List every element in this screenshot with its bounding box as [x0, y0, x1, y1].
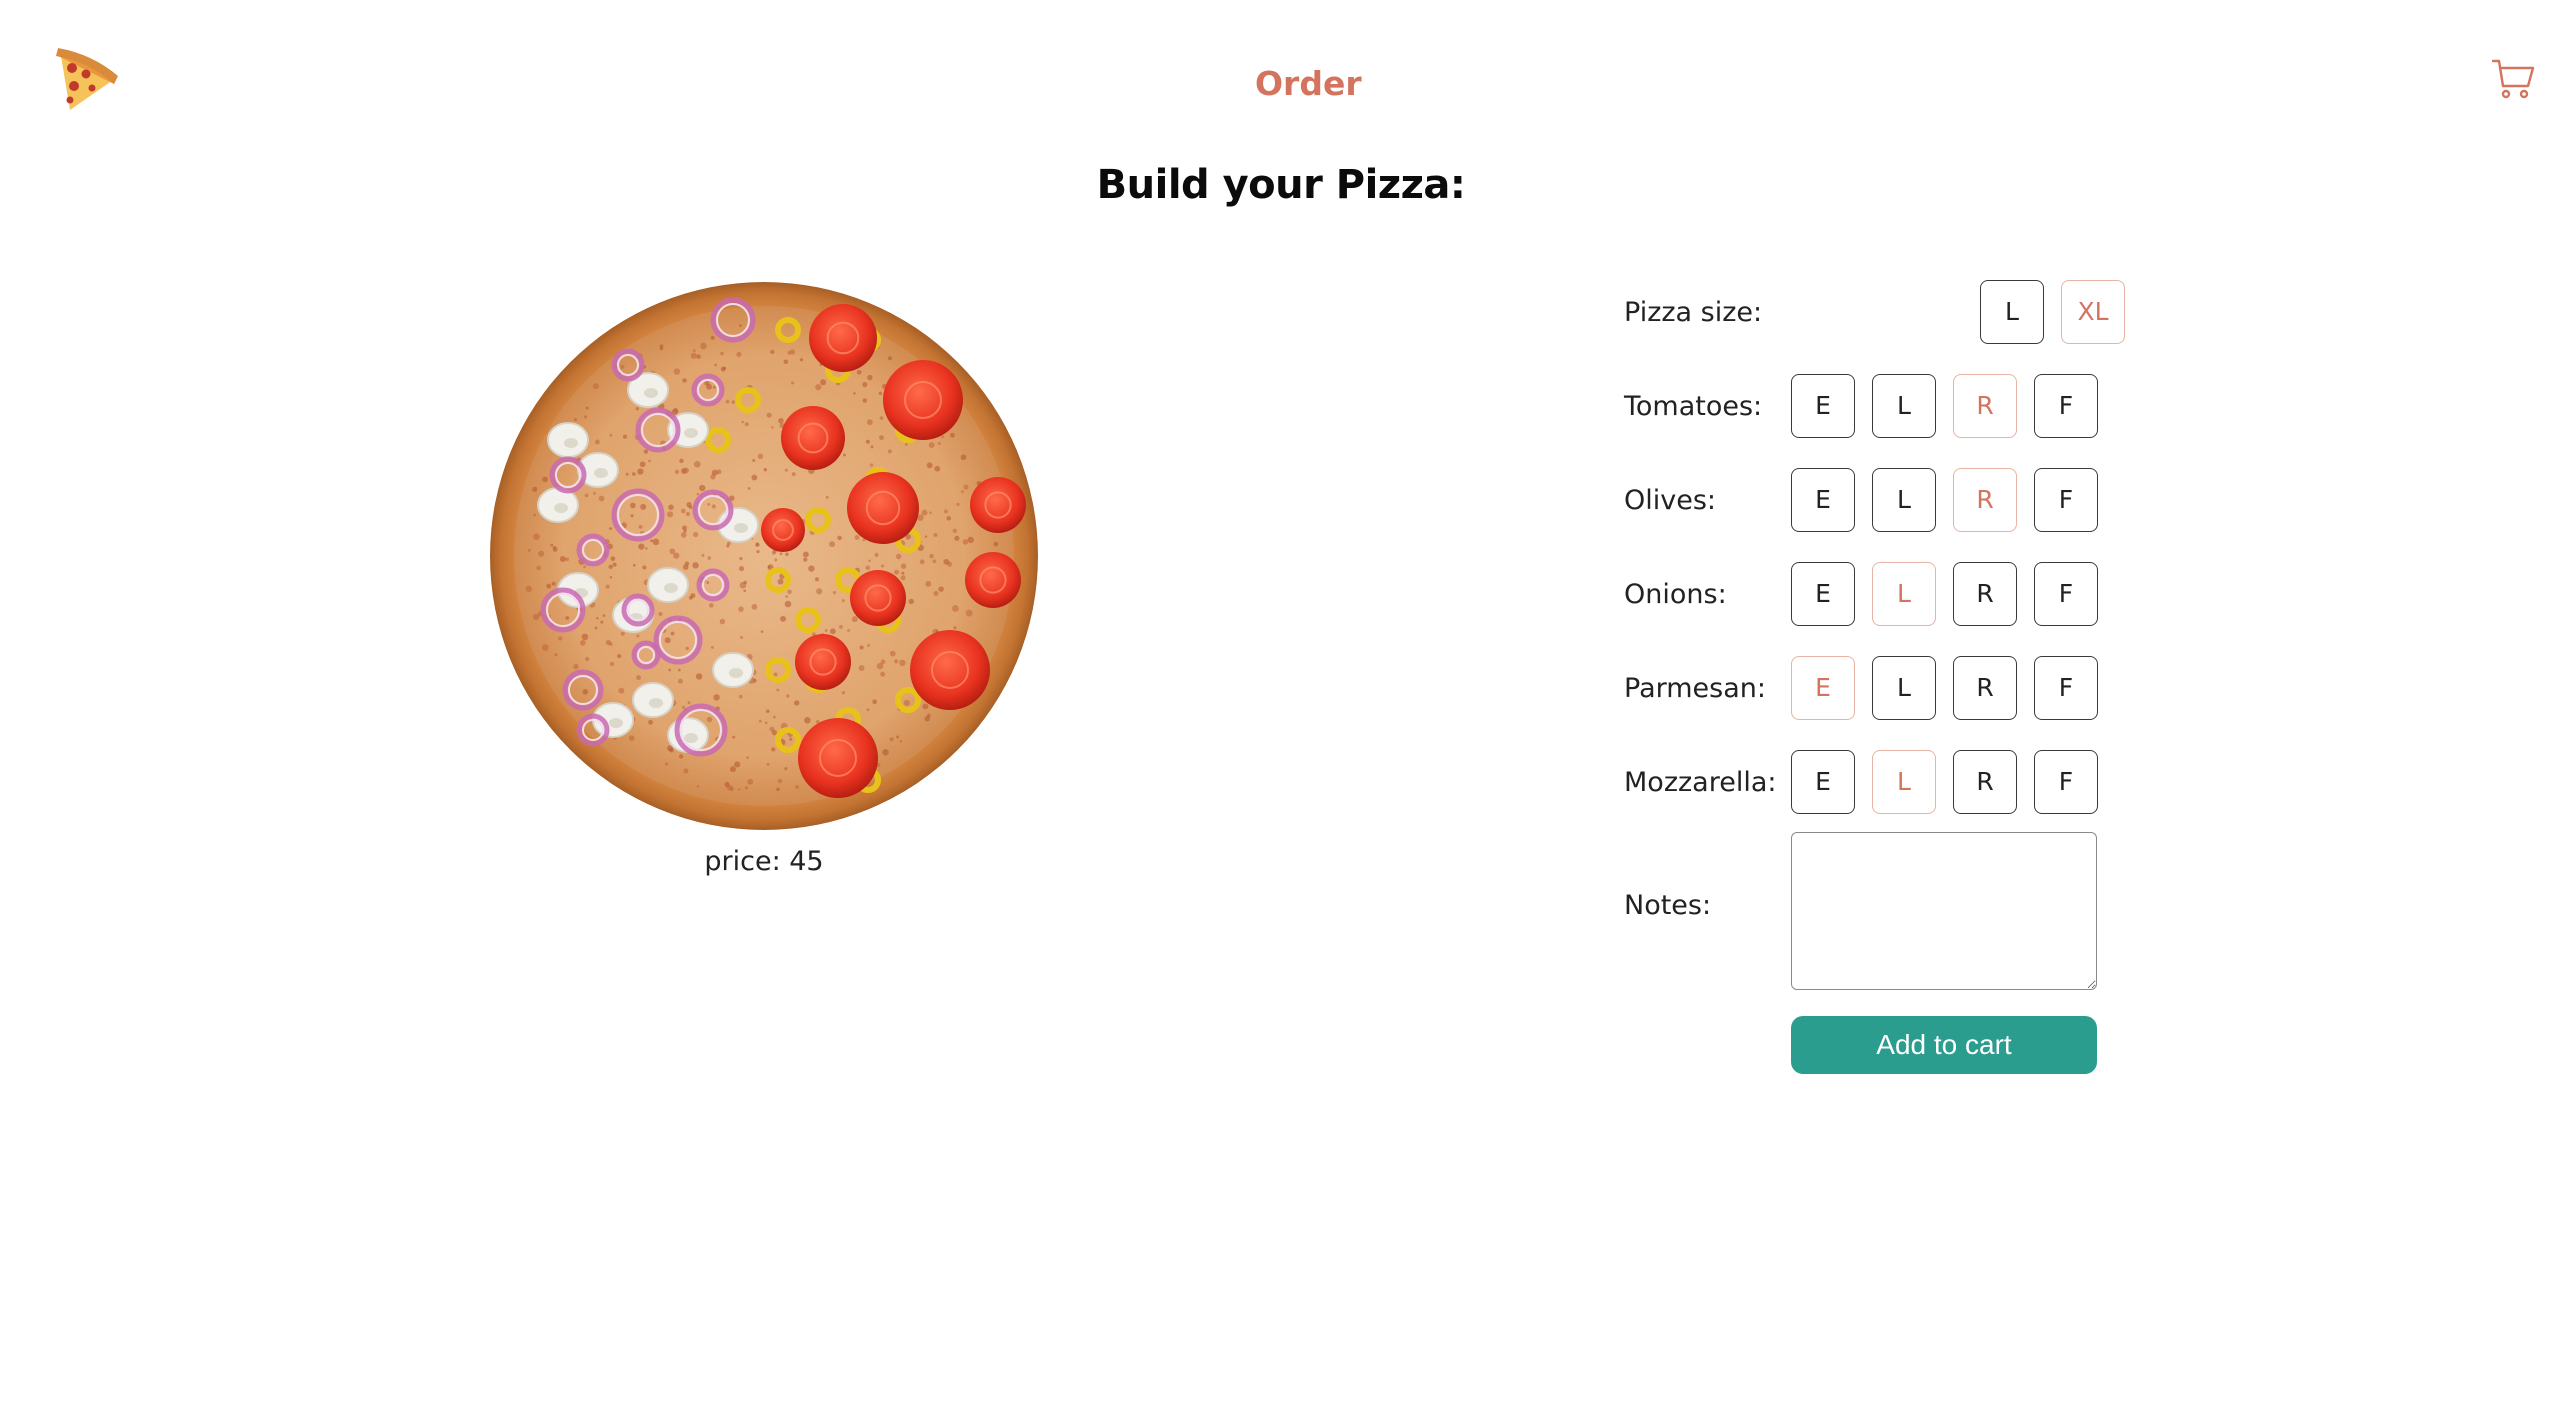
add-to-cart-button[interactable]: Add to cart — [1791, 1016, 2097, 1074]
parmesan-label: Parmesan: — [1624, 673, 1766, 704]
mozzarella-label: Mozzarella: — [1624, 767, 1777, 798]
size-option-xl[interactable]: XL — [2061, 280, 2125, 344]
pizza-slice-icon[interactable] — [52, 44, 122, 116]
notes-label: Notes: — [1624, 890, 1712, 921]
mozzarella-option-e[interactable]: E — [1791, 750, 1855, 814]
onions-option-l[interactable]: L — [1872, 562, 1936, 626]
size-option-l[interactable]: L — [1980, 280, 2044, 344]
tomatoes-option-f[interactable]: F — [2034, 374, 2098, 438]
mozzarella-option-f[interactable]: F — [2034, 750, 2098, 814]
size-label: Pizza size: — [1624, 297, 1763, 328]
parmesan-option-f[interactable]: F — [2034, 656, 2098, 720]
pizza-preview-image — [488, 280, 1040, 832]
onions-option-f[interactable]: F — [2034, 562, 2098, 626]
olives-option-f[interactable]: F — [2034, 468, 2098, 532]
page: Order Build your Pizza: price: 45 Pizza … — [0, 0, 2562, 1405]
olives-row: Olives: E L R F — [1624, 468, 2124, 534]
tomatoes-option-e[interactable]: E — [1791, 374, 1855, 438]
olives-label: Olives: — [1624, 485, 1717, 516]
page-title: Build your Pizza: — [1096, 162, 1466, 208]
parmesan-option-e[interactable]: E — [1791, 656, 1855, 720]
tomatoes-option-r[interactable]: R — [1953, 374, 2017, 438]
onions-label: Onions: — [1624, 579, 1727, 610]
olives-option-r[interactable]: R — [1953, 468, 2017, 532]
size-row: Pizza size: L XL — [1624, 280, 2125, 346]
tomatoes-label: Tomatoes: — [1624, 391, 1763, 422]
notes-textarea[interactable] — [1791, 832, 2097, 990]
parmesan-option-l[interactable]: L — [1872, 656, 1936, 720]
mozzarella-option-r[interactable]: R — [1953, 750, 2017, 814]
tomatoes-row: Tomatoes: E L R F — [1624, 374, 2124, 440]
onions-option-e[interactable]: E — [1791, 562, 1855, 626]
price-label: price: 45 — [704, 846, 824, 877]
shopping-cart-icon[interactable] — [2490, 56, 2536, 102]
onions-row: Onions: E L R F — [1624, 562, 2124, 628]
onions-option-r[interactable]: R — [1953, 562, 2017, 626]
parmesan-option-r[interactable]: R — [1953, 656, 2017, 720]
olives-option-e[interactable]: E — [1791, 468, 1855, 532]
mozzarella-row: Mozzarella: E L R F — [1624, 750, 2124, 816]
tomatoes-option-l[interactable]: L — [1872, 374, 1936, 438]
olives-option-l[interactable]: L — [1872, 468, 1936, 532]
mozzarella-option-l[interactable]: L — [1872, 750, 1936, 814]
nav-order-link[interactable]: Order — [1255, 64, 1362, 103]
parmesan-row: Parmesan: E L R F — [1624, 656, 2124, 722]
